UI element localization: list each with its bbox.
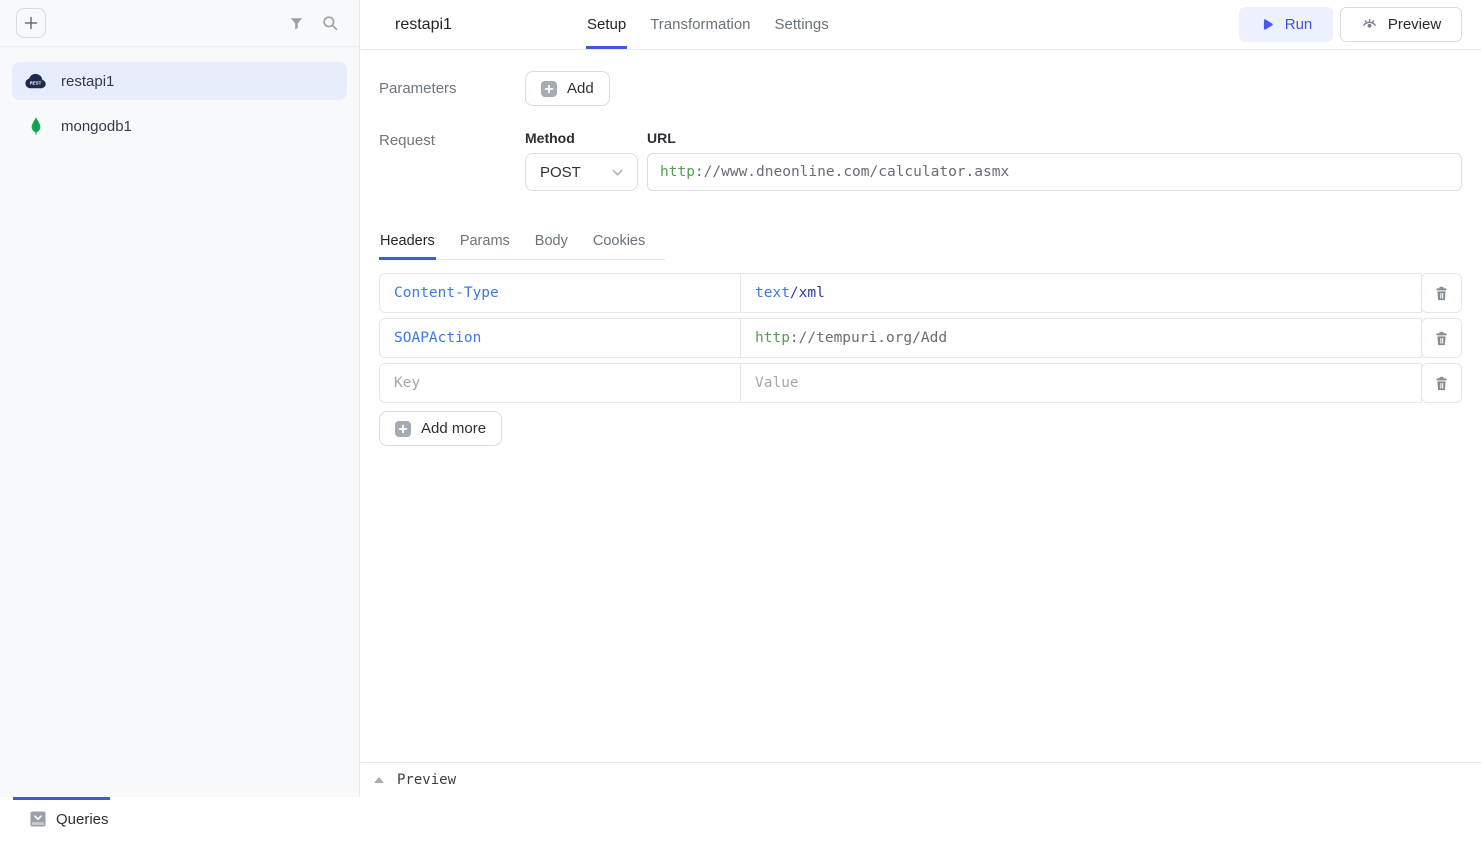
panel-icon xyxy=(30,811,46,827)
tab-cookies[interactable]: Cookies xyxy=(592,224,646,259)
preview-button[interactable]: Preview xyxy=(1340,7,1462,42)
query-editor-header: restapi1 Setup Transformation Settings R… xyxy=(361,0,1481,50)
header-value-input[interactable] xyxy=(755,375,1407,391)
query-editor: restapi1 Setup Transformation Settings R… xyxy=(361,0,1481,797)
preview-panel-toggle[interactable]: Preview xyxy=(361,762,1481,797)
editor-tabs: Setup Transformation Settings xyxy=(586,0,830,49)
header-value-text: text xyxy=(755,285,790,301)
tab-settings[interactable]: Settings xyxy=(774,0,830,49)
header-value-cell xyxy=(741,363,1422,403)
eye-icon xyxy=(1361,16,1378,33)
header-value-text: ://tempuri.org/Add xyxy=(790,330,947,346)
request-row: Request Method POST URL http://www.dneon… xyxy=(379,130,1462,191)
header-value-text: /xml xyxy=(790,285,825,301)
add-more-label: Add more xyxy=(421,420,486,437)
sidebar-item-mongodb1[interactable]: mongodb1 xyxy=(12,107,347,145)
plus-icon xyxy=(24,16,38,30)
add-parameter-label: Add xyxy=(567,80,594,97)
add-more-button[interactable]: Add more xyxy=(379,411,502,446)
sidebar-header xyxy=(0,0,359,47)
sidebar-item-restapi1[interactable]: REST restapi1 xyxy=(12,62,347,100)
trash-icon xyxy=(1433,375,1450,392)
parameters-row: Parameters Add xyxy=(379,71,1462,106)
header-key-cell xyxy=(379,363,741,403)
trash-icon xyxy=(1433,330,1450,347)
preview-panel-label: Preview xyxy=(397,772,456,788)
add-parameter-button[interactable]: Add xyxy=(525,71,610,106)
trash-icon xyxy=(1433,285,1450,302)
search-icon[interactable] xyxy=(317,10,343,36)
header-value-input[interactable]: http://tempuri.org/Add xyxy=(741,318,1422,358)
header-key-input[interactable]: SOAPAction xyxy=(379,318,741,358)
delete-row-button[interactable] xyxy=(1421,363,1462,403)
queries-sidebar: REST restapi1 mongodb1 xyxy=(0,0,360,797)
header-key-input[interactable] xyxy=(394,375,726,391)
table-row xyxy=(379,363,1462,403)
play-icon xyxy=(1260,17,1275,32)
queries-panel-label: Queries xyxy=(56,811,109,828)
method-field: Method POST xyxy=(525,130,638,191)
header-value-text: http xyxy=(755,330,790,346)
request-label: Request xyxy=(379,130,525,191)
header-key-text: Content-Type xyxy=(394,285,499,301)
method-select[interactable]: POST xyxy=(525,153,638,191)
chevron-down-icon xyxy=(610,165,625,180)
header-value-input[interactable]: text/xml xyxy=(741,273,1422,313)
triangle-up-icon xyxy=(374,777,384,783)
tab-params[interactable]: Params xyxy=(459,224,511,259)
mongodb-icon xyxy=(23,117,48,136)
svg-text:REST: REST xyxy=(30,81,42,86)
queries-panel-tab[interactable]: Queries xyxy=(30,797,109,841)
url-input[interactable]: http://www.dneonline.com/calculator.asmx xyxy=(647,153,1462,191)
query-list: REST restapi1 mongodb1 xyxy=(0,47,359,160)
preview-button-label: Preview xyxy=(1388,16,1441,33)
header-actions: Run Preview xyxy=(1239,0,1462,49)
header-key-input[interactable]: Content-Type xyxy=(379,273,741,313)
headers-table: Content-Type text/xml xyxy=(379,273,1462,403)
url-field: URL http://www.dneonline.com/calculator.… xyxy=(647,130,1462,191)
sidebar-item-label: mongodb1 xyxy=(61,118,132,135)
table-row: Content-Type text/xml xyxy=(379,273,1462,313)
run-button[interactable]: Run xyxy=(1239,7,1333,42)
filter-icon[interactable] xyxy=(283,10,309,36)
url-scheme: http xyxy=(660,164,695,180)
delete-row-button[interactable] xyxy=(1421,318,1462,358)
method-value: POST xyxy=(540,164,581,181)
tab-transformation[interactable]: Transformation xyxy=(649,0,751,49)
tab-body[interactable]: Body xyxy=(534,224,569,259)
table-row: SOAPAction http://tempuri.org/Add xyxy=(379,318,1462,358)
method-label: Method xyxy=(525,130,638,146)
add-query-button[interactable] xyxy=(16,8,46,38)
delete-row-button[interactable] xyxy=(1421,273,1462,313)
rest-api-icon: REST xyxy=(23,73,48,89)
parameters-label: Parameters xyxy=(379,80,525,97)
setup-panel: Parameters Add Request Method POST xyxy=(361,50,1481,446)
request-subtabs: Headers Params Body Cookies xyxy=(379,224,665,260)
url-label: URL xyxy=(647,130,1462,146)
plus-square-icon xyxy=(541,81,557,97)
tab-headers[interactable]: Headers xyxy=(379,224,436,259)
tab-setup[interactable]: Setup xyxy=(586,0,627,49)
query-title: restapi1 xyxy=(395,0,586,49)
bottom-bar: Queries xyxy=(0,797,1481,841)
header-key-text: SOAPAction xyxy=(394,330,481,346)
url-rest: ://www.dneonline.com/calculator.asmx xyxy=(695,164,1009,180)
sidebar-item-label: restapi1 xyxy=(61,73,114,90)
run-button-label: Run xyxy=(1285,16,1313,33)
plus-square-icon xyxy=(395,421,411,437)
